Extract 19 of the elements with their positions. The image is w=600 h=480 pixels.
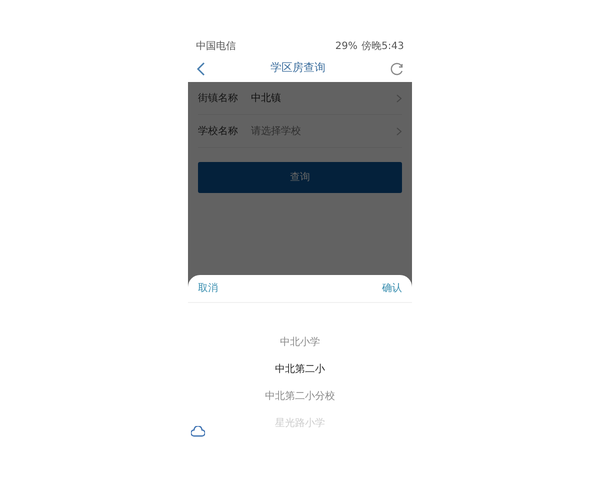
back-icon[interactable] (196, 62, 206, 76)
cancel-button[interactable]: 取消 (198, 281, 218, 296)
page-title: 学区房查询 (270, 60, 326, 76)
time-text: 傍晚5:43 (362, 40, 404, 54)
search-button[interactable]: 查询 (198, 162, 402, 193)
field-value: 中北镇 (251, 92, 282, 106)
refresh-icon[interactable] (390, 62, 404, 76)
picker-option[interactable]: 中北小学 (280, 329, 320, 356)
field-label: 学校名称 (198, 124, 239, 138)
picker-option[interactable]: 中北第二小分校 (265, 383, 335, 410)
chevron-icon (396, 126, 402, 136)
field-label: 街镇名称 (198, 92, 239, 106)
chevron-icon (396, 94, 402, 102)
picker-option[interactable]: 中北第二小 (275, 356, 325, 383)
form-row[interactable]: 街镇名称 中北镇 (198, 82, 402, 115)
carrier-text: 中国电信 (196, 40, 236, 54)
battery-text: 29% (335, 40, 358, 54)
cloud-icon[interactable] (191, 426, 205, 438)
confirm-button[interactable]: 确认 (382, 281, 402, 296)
